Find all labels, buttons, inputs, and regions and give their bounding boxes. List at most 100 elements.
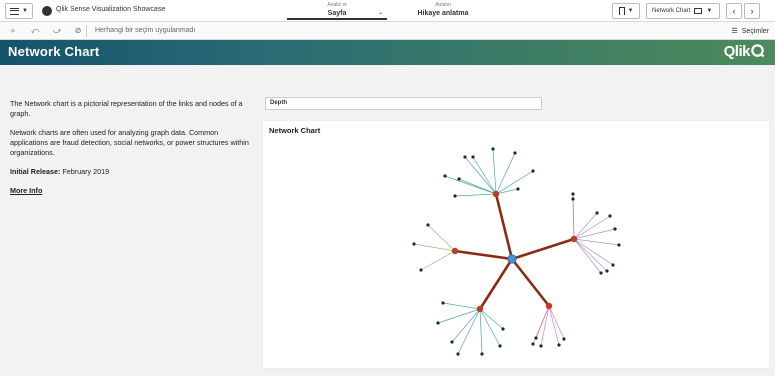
smart-search-icon[interactable]: ⌕ [8, 26, 18, 36]
more-info-link[interactable]: More Info [10, 186, 42, 195]
depth-filter[interactable]: Depth [265, 97, 542, 110]
leaf-node[interactable] [571, 192, 575, 196]
leaf-node[interactable] [562, 337, 566, 341]
step-forward-icon[interactable]: ⤻ [52, 26, 62, 36]
leaf-link[interactable] [540, 305, 550, 347]
leaf-node[interactable] [531, 342, 535, 346]
page-title: Network Chart [8, 44, 100, 59]
leaf-node[interactable] [436, 321, 440, 325]
chevron-down-icon: ⌄ [377, 10, 383, 16]
leaf-link[interactable] [573, 238, 602, 274]
leaf-node[interactable] [571, 197, 575, 201]
hub-node[interactable] [451, 247, 459, 255]
leaf-node[interactable] [412, 242, 416, 246]
leaf-node[interactable] [557, 343, 561, 347]
leaf-link[interactable] [479, 308, 504, 330]
hub-node[interactable] [492, 190, 500, 198]
leaf-link[interactable] [442, 302, 481, 310]
leaf-node[interactable] [456, 352, 460, 356]
network-chart[interactable] [263, 121, 769, 368]
trunk-link[interactable] [511, 237, 575, 261]
chevron-left-icon: ‹ [732, 6, 736, 16]
leaf-node[interactable] [453, 194, 457, 198]
bookmark-button[interactable]: ▼ [612, 3, 640, 19]
hub-node[interactable] [570, 235, 578, 243]
tab-story-caption: Anlatın [435, 2, 451, 8]
tab-analyze-caption: Analiz et [327, 2, 347, 8]
leaf-node[interactable] [516, 187, 520, 191]
chart-title: Network Chart [269, 126, 321, 135]
leaf-node[interactable] [457, 177, 461, 181]
leaf-node[interactable] [534, 336, 538, 340]
network-chart-card[interactable]: Network Chart [263, 121, 769, 368]
leaf-link[interactable] [479, 308, 483, 355]
selection-bar: ⌕ ⤺ ⤻ ⊘ Herhangi bir seçim uygulanmadı ☰… [0, 22, 775, 40]
leaf-link[interactable] [492, 148, 497, 195]
leaf-link[interactable] [420, 250, 456, 271]
next-sheet-button[interactable]: › [744, 3, 760, 19]
leaf-link[interactable] [573, 212, 598, 240]
chevron-down-icon: ▼ [706, 8, 713, 14]
leaf-node[interactable] [419, 268, 423, 272]
leaf-node[interactable] [501, 327, 505, 331]
leaf-link[interactable] [572, 193, 575, 240]
leaf-link[interactable] [573, 238, 620, 246]
leaf-link[interactable] [479, 308, 501, 347]
leaf-node[interactable] [608, 214, 612, 218]
leaf-node[interactable] [617, 243, 621, 247]
divider [86, 25, 87, 37]
center-node[interactable] [507, 254, 517, 264]
qlik-logo: Qlik [724, 43, 765, 60]
tab-analyze-label: Sayfa [327, 10, 347, 17]
main-menu-button[interactable]: ▼ [5, 3, 33, 19]
leaf-node[interactable] [471, 155, 475, 159]
tab-analyze[interactable]: Analiz et Sayfa ⌄ [287, 2, 387, 20]
top-toolbar: ▼ Qlik Sense Visualization Showcase Anal… [0, 0, 775, 22]
previous-sheet-button[interactable]: ‹ [726, 3, 742, 19]
sheet-selector-button[interactable]: Network Chart ▼ [646, 3, 720, 19]
leaf-link[interactable] [573, 238, 608, 272]
chevron-down-icon: ▼ [22, 8, 28, 14]
tab-story[interactable]: Anlatın Hikaye anlatma [393, 2, 493, 20]
leaf-node[interactable] [441, 301, 445, 305]
leaf-node[interactable] [443, 174, 447, 178]
leaf-node[interactable] [599, 271, 603, 275]
leaf-node[interactable] [613, 227, 617, 231]
trunk-link[interactable] [454, 249, 513, 261]
leaf-node[interactable] [531, 169, 535, 173]
leaf-node[interactable] [463, 155, 467, 159]
step-back-icon[interactable]: ⤺ [30, 26, 40, 36]
sheet-header: Network Chart Qlik [0, 40, 775, 65]
leaf-node[interactable] [426, 223, 430, 227]
leaf-link[interactable] [472, 156, 497, 195]
leaf-node[interactable] [611, 263, 615, 267]
leaf-node[interactable] [450, 340, 454, 344]
leaf-node[interactable] [480, 352, 484, 356]
trunk-link[interactable] [510, 258, 551, 307]
trunk-link[interactable] [478, 258, 514, 310]
leaf-link[interactable] [573, 228, 616, 240]
hub-node[interactable] [476, 305, 484, 313]
leaf-node[interactable] [513, 151, 517, 155]
leaf-node[interactable] [539, 344, 543, 348]
leaf-node[interactable] [595, 211, 599, 215]
hub-node[interactable] [545, 302, 553, 310]
leaf-node[interactable] [491, 147, 495, 151]
hamburger-icon [10, 7, 20, 15]
leaf-link[interactable] [573, 238, 614, 266]
clear-selections-icon[interactable]: ⊘ [73, 26, 83, 36]
leaf-link[interactable] [495, 188, 519, 195]
chevron-down-icon: ▼ [627, 8, 634, 14]
qlik-logo-text: Qlik [723, 43, 751, 60]
chevron-right-icon: › [750, 6, 754, 16]
selections-button[interactable]: ☰ Seçimler [731, 27, 769, 36]
leaf-node[interactable] [605, 269, 609, 273]
leaf-node[interactable] [498, 344, 502, 348]
bookmark-icon [618, 7, 625, 15]
description-uses: Network charts are often used for analyz… [10, 128, 249, 157]
release-label: Initial Release: [10, 167, 61, 176]
trunk-link[interactable] [494, 193, 514, 260]
selections-label: Seçimler [741, 27, 769, 35]
leaf-link[interactable] [573, 215, 611, 240]
leaf-link[interactable] [454, 193, 497, 197]
